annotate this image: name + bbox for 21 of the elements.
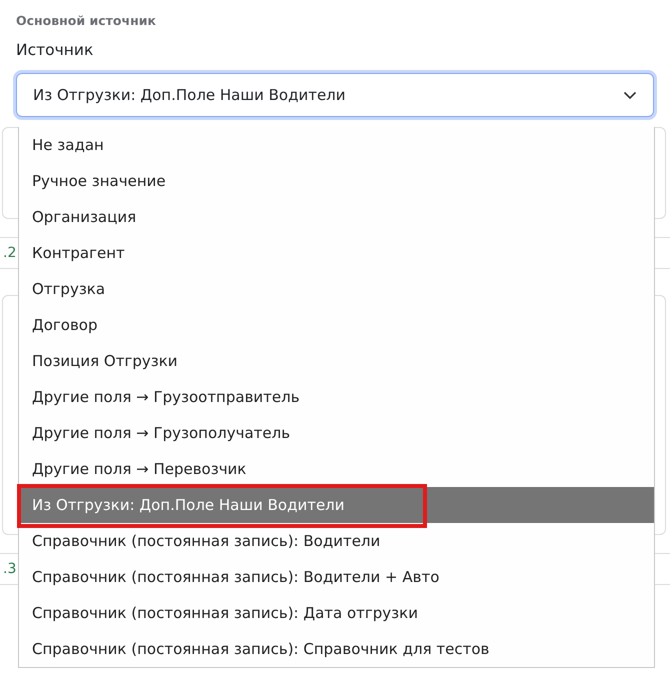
caret-icon — [623, 90, 637, 100]
dropdown-option[interactable]: Из Отгрузки: Доп.Поле Наши Водители — [19, 487, 654, 523]
dropdown-option[interactable]: Не задан — [19, 127, 654, 163]
dropdown-option[interactable]: Контрагент — [19, 235, 654, 271]
dropdown-option[interactable]: Другие поля → Грузополучатель — [19, 415, 654, 451]
dropdown-option[interactable]: Отгрузка — [19, 271, 654, 307]
source-select[interactable]: Из Отгрузки: Доп.Поле Наши Водители — [16, 73, 654, 117]
dropdown-option[interactable]: Справочник (постоянная запись): Водители + Авто — [19, 559, 654, 595]
dropdown-option[interactable]: Ручное значение — [19, 163, 654, 199]
section-title: Основной источник — [16, 13, 157, 30]
dropdown-option[interactable]: Справочник (постоянная запись): Водители — [19, 523, 654, 559]
dropdown-option[interactable]: Справочник (постоянная запись): Справочник для тестов — [19, 631, 654, 667]
field-label: Источник — [16, 41, 94, 61]
dropdown-option[interactable]: Организация — [19, 199, 654, 235]
dropdown-option[interactable]: Позиция Отгрузки — [19, 343, 654, 379]
dropdown-option[interactable]: Другие поля → Грузоотправитель — [19, 379, 654, 415]
dropdown-option[interactable]: Другие поля → Перевозчик — [19, 451, 654, 487]
item-number: .3 — [3, 561, 16, 577]
dropdown-option[interactable]: Справочник (постоянная запись): Дата отгрузки — [19, 595, 654, 631]
item-number: .2 — [3, 245, 16, 261]
dropdown-option[interactable]: Договор — [19, 307, 654, 343]
